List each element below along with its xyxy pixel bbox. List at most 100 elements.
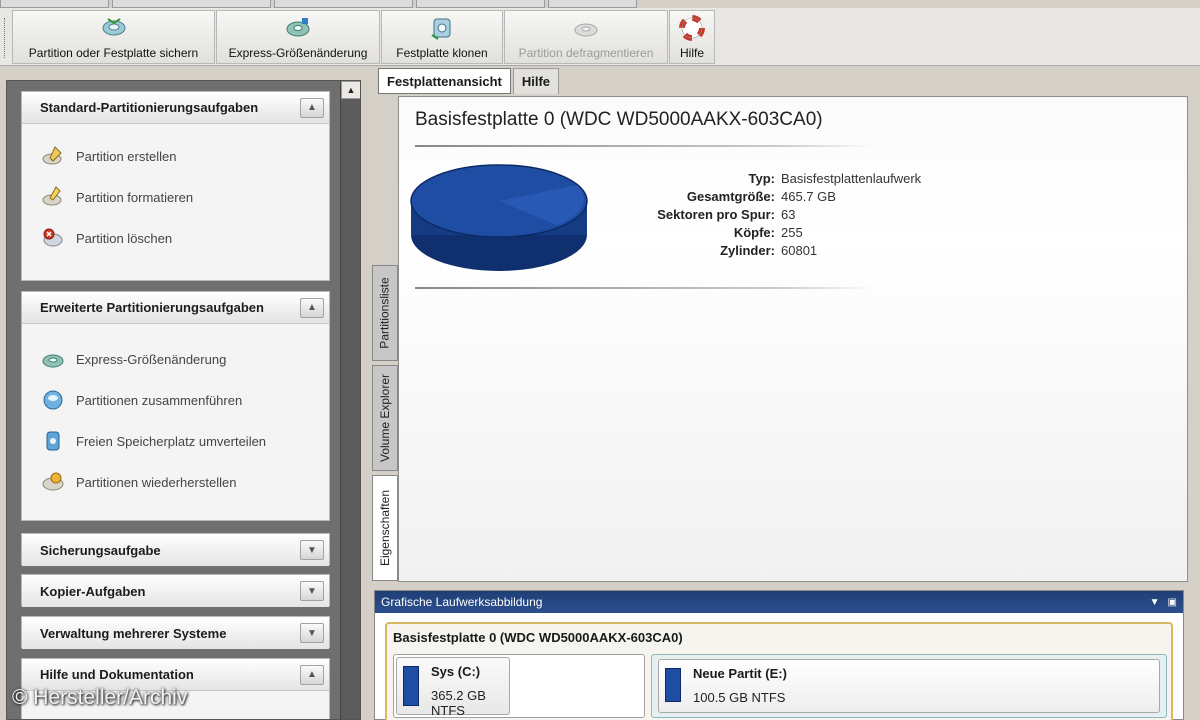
divider [415, 287, 875, 289]
tab-label: Eigenschaften [378, 489, 392, 567]
divider [415, 145, 875, 147]
collapse-button[interactable]: ▲ [300, 297, 324, 318]
disk-map[interactable]: Basisfestplatte 0 (WDC WD5000AAKX-603CA0… [385, 622, 1173, 720]
maximize-icon[interactable]: ▣ [1168, 597, 1177, 608]
property-row: Köpfe: 255 [579, 223, 921, 241]
tab-partition-list[interactable]: Partitionsliste [372, 265, 398, 361]
defragment-label: Partition defragmentieren [518, 46, 654, 60]
dropdown-arrow-icon[interactable]: ▼ [1150, 597, 1160, 608]
top-tab[interactable] [415, 0, 545, 8]
collapse-button[interactable]: ▲ [300, 97, 324, 118]
partition-name: Sys (C:) [431, 664, 481, 679]
section-header[interactable]: Sicherungsaufgabe ▼ [22, 534, 329, 566]
property-row: Sektoren pro Spur: 63 [579, 205, 921, 223]
partition-info: 100.5 GB NTFS [693, 690, 786, 705]
section-advanced-partition-tasks: Erweiterte Partitionierungsaufgaben ▲ Ex… [21, 291, 330, 521]
property-label: Köpfe: [733, 224, 775, 240]
property-value: 255 [781, 224, 803, 240]
toolbar-grip[interactable] [4, 18, 7, 58]
task-label: Freien Speicherplatz umverteilen [76, 433, 267, 449]
chevron-up-icon: ▲ [307, 669, 317, 680]
help-button[interactable]: Hilfe [669, 10, 715, 64]
section-title: Hilfe und Dokumentation [40, 667, 194, 682]
top-tab[interactable] [0, 0, 110, 8]
tab-disk-view[interactable]: Festplattenansicht [378, 68, 511, 94]
tab-volume-explorer[interactable]: Volume Explorer [372, 365, 398, 471]
chevron-up-icon: ▲ [307, 302, 317, 313]
task-panel: Standard-Partitionierungsaufgaben ▲ Part… [6, 80, 361, 720]
property-value: Basisfestplattenlaufwerk [781, 170, 922, 186]
backup-partition-button[interactable]: Partition oder Festplatte sichern [12, 10, 215, 64]
collapse-button[interactable]: ▲ [300, 664, 324, 685]
partition-block-e[interactable]: Neue Partit (E:) 100.5 GB NTFS [651, 654, 1167, 718]
expand-button[interactable]: ▼ [300, 540, 324, 560]
partition-block-c[interactable]: Sys (C:) 365.2 GB NTFS [393, 654, 645, 718]
disk-properties-panel: Basisfestplatte 0 (WDC WD5000AAKX-603CA0… [398, 96, 1188, 582]
property-value: 60801 [781, 242, 818, 258]
panel-title: Grafische Laufwerksabbildung [381, 595, 543, 609]
recover-disk-icon [40, 470, 66, 494]
task-label: Partitionen wiederherstellen [76, 474, 237, 490]
section-header[interactable]: Erweiterte Partitionierungsaufgaben ▲ [22, 292, 329, 324]
task-label: Express-Größenänderung [76, 351, 227, 367]
task-label: Partition formatieren [76, 189, 194, 205]
scroll-up-button[interactable]: ▲ [341, 81, 360, 99]
graphic-drive-map-panel: Grafische Laufwerksabbildung ▼ ▣ Basisfe… [374, 590, 1184, 720]
clone-disk-label: Festplatte klonen [396, 46, 488, 60]
property-label: Typ: [748, 170, 775, 186]
partition-used-area: Neue Partit (E:) 100.5 GB NTFS [658, 659, 1160, 713]
express-resize-button[interactable]: Express-Größenänderung [216, 10, 380, 64]
task-label: Partition erstellen [76, 148, 177, 164]
tab-help[interactable]: Hilfe [512, 68, 560, 94]
partition-name: Neue Partit (E:) [693, 666, 787, 681]
task-express-resize[interactable]: Express-Größenänderung [40, 347, 226, 371]
property-label: Gesamtgröße: [686, 188, 775, 204]
tab-label: Partitionsliste [378, 277, 392, 349]
expand-button[interactable]: ▼ [300, 581, 324, 601]
section-header[interactable]: Verwaltung mehrerer Systeme ▼ [22, 617, 329, 649]
disk-map-title: Basisfestplatte 0 (WDC WD5000AAKX-603CA0… [393, 630, 683, 645]
tab-label: Volume Explorer [378, 373, 393, 463]
section-title: Sicherungsaufgabe [40, 542, 161, 558]
task-panel-scrollbar[interactable]: ▲ [340, 81, 360, 719]
task-redistribute-space[interactable]: Freien Speicherplatz umverteilen [40, 429, 266, 453]
top-tab[interactable] [112, 0, 271, 8]
section-title: Standard-Partitionierungsaufgaben [40, 100, 259, 115]
task-merge-partitions[interactable]: Partitionen zusammenführen [40, 388, 242, 412]
tab-properties[interactable]: Eigenschaften [372, 475, 398, 581]
vertical-tabs: Partitionsliste Volume Explorer Eigensch… [372, 265, 398, 585]
property-label: Zylinder: [720, 242, 775, 258]
property-row: Gesamtgröße: 465.7 GB [579, 187, 921, 205]
chevron-up-icon: ▲ [307, 102, 317, 113]
chevron-down-icon: ▼ [307, 627, 317, 639]
expand-button[interactable]: ▼ [300, 623, 324, 643]
section-backup-task: Sicherungsaufgabe ▼ [21, 533, 330, 566]
redistribute-icon [40, 429, 66, 453]
top-tab-strip [0, 0, 640, 8]
clone-disk-button[interactable]: Festplatte klonen [381, 10, 503, 64]
top-tab[interactable] [547, 0, 637, 8]
section-header[interactable]: Standard-Partitionierungsaufgaben ▲ [22, 92, 329, 124]
clone-disk-icon [428, 15, 456, 41]
section-title: Verwaltung mehrerer Systeme [40, 625, 227, 641]
disk-property-list: Typ: Basisfestplattenlaufwerk Gesamtgröß… [579, 169, 921, 259]
task-delete-partition[interactable]: Partition löschen [40, 226, 172, 250]
section-multi-system-management: Verwaltung mehrerer Systeme ▼ [21, 616, 330, 649]
defragment-button[interactable]: Partition defragmentieren [504, 10, 668, 64]
resize-disk-icon [40, 347, 66, 371]
task-create-partition[interactable]: Partition erstellen [40, 144, 176, 168]
task-format-partition[interactable]: Partition formatieren [40, 185, 193, 209]
partition-used-area: Sys (C:) 365.2 GB NTFS [396, 657, 510, 718]
panel-header: Grafische Laufwerksabbildung ▼ ▣ [375, 591, 1183, 613]
task-recover-partitions[interactable]: Partitionen wiederherstellen [40, 470, 236, 494]
section-copy-tasks: Kopier-Aufgaben ▼ [21, 574, 330, 607]
partition-color-swatch [403, 666, 419, 706]
format-disk-icon [40, 185, 66, 209]
section-header[interactable]: Kopier-Aufgaben ▼ [22, 575, 329, 607]
property-value: 63 [781, 206, 796, 222]
disk-title: Basisfestplatte 0 (WDC WD5000AAKX-603CA0… [415, 109, 823, 130]
property-label: Sektoren pro Spur: [657, 206, 775, 222]
property-value: 465.7 GB [781, 188, 836, 204]
partition-color-swatch [665, 668, 681, 702]
top-tab[interactable] [273, 0, 413, 8]
